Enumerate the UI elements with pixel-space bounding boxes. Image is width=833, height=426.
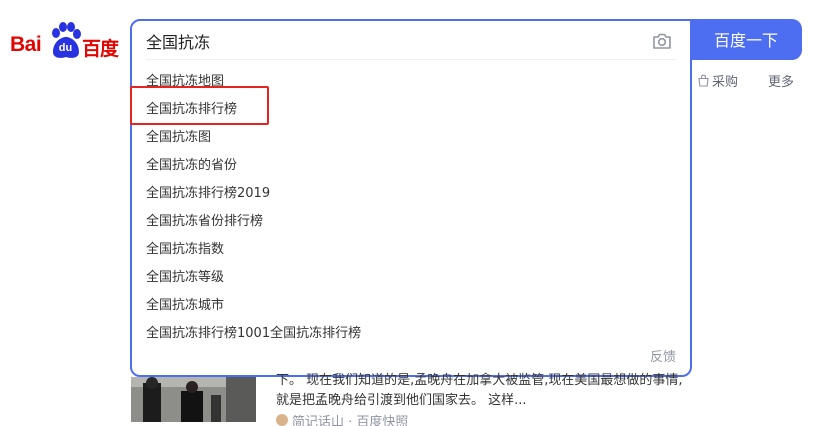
suggestion-item[interactable]: 全国抗冻图 bbox=[132, 124, 690, 152]
suggestion-item[interactable]: 全国抗冻地图 bbox=[132, 68, 690, 96]
suggestion-item[interactable]: 全国抗冻指数 bbox=[132, 236, 690, 264]
baidu-logo[interactable]: Bai du 百度 bbox=[10, 22, 120, 62]
result-snippet-line: 下。 现在我们知道的是,孟晚舟在加拿大被监管,现在美国最想做的事情, bbox=[276, 373, 683, 388]
feedback-link[interactable]: 反馈 bbox=[650, 346, 676, 365]
tab-more[interactable]: 更多 bbox=[768, 71, 794, 90]
search-input[interactable]: 全国抗冻 bbox=[146, 31, 636, 55]
search-box: 全国抗冻 全国抗冻地图 全国抗冻排行榜 全国抗冻图 全国抗冻的省份 全国抗冻排行… bbox=[130, 19, 692, 377]
search-button[interactable]: 百度一下 bbox=[690, 19, 802, 60]
source-avatar bbox=[276, 414, 288, 426]
suggestion-item[interactable]: 全国抗冻的省份 bbox=[132, 152, 690, 180]
result-source[interactable]: 简记话山 · 百度快照 bbox=[276, 414, 408, 426]
suggestion-list: 全国抗冻地图 全国抗冻排行榜 全国抗冻图 全国抗冻的省份 全国抗冻排行榜2019… bbox=[132, 68, 690, 348]
result-thumbnail[interactable] bbox=[131, 377, 256, 422]
tab-purchase[interactable]: 采购 bbox=[697, 71, 738, 90]
search-divider bbox=[146, 59, 676, 60]
tab-purchase-label: 采购 bbox=[712, 75, 739, 90]
suggestion-item[interactable]: 全国抗冻排行榜 bbox=[132, 96, 690, 124]
logo-text-bai: Bai bbox=[10, 33, 42, 56]
result-source-label: 简记话山 · 百度快照 bbox=[292, 414, 409, 426]
suggestion-item[interactable]: 全国抗冻排行榜1001全国抗冻排行榜 bbox=[132, 320, 690, 348]
suggestion-item[interactable]: 全国抗冻排行榜2019 bbox=[132, 180, 690, 208]
result-snippet: 下。 现在我们知道的是,孟晚舟在加拿大被监管,现在美国最想做的事情, 就是把孟晚… bbox=[276, 371, 696, 411]
paw-icon: du bbox=[48, 22, 82, 60]
logo-text-cn: 百度 bbox=[82, 38, 119, 60]
suggestion-item[interactable]: 全国抗冻等级 bbox=[132, 264, 690, 292]
suggestion-item[interactable]: 全国抗冻城市 bbox=[132, 292, 690, 320]
camera-icon[interactable] bbox=[650, 29, 674, 53]
bag-icon bbox=[698, 74, 709, 87]
result-snippet-line: 就是把孟晚舟给引渡到他们国家去。 这样... bbox=[276, 393, 527, 408]
logo-text-du: du bbox=[58, 42, 73, 54]
suggestion-item[interactable]: 全国抗冻省份排行榜 bbox=[132, 208, 690, 236]
